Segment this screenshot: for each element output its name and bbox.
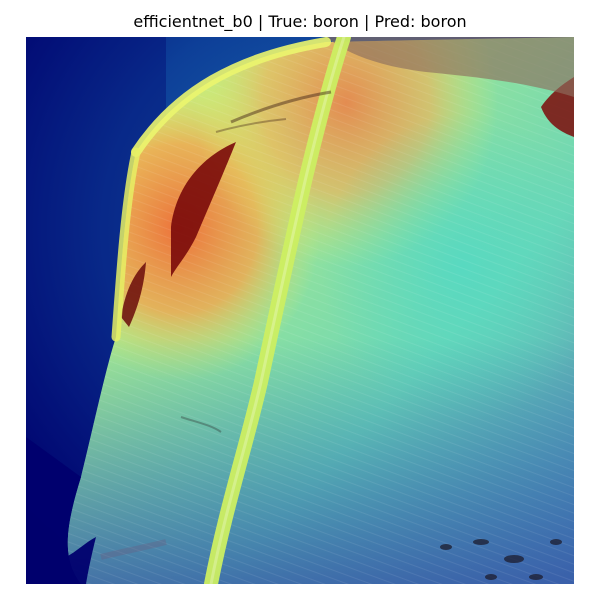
figure-title: efficientnet_b0 | True: boron | Pred: bo… — [133, 12, 467, 31]
gradcam-figure: efficientnet_b0 | True: boron | Pred: bo… — [0, 0, 600, 600]
gradcam-image — [26, 37, 574, 584]
leaf-heatmap-image — [26, 37, 574, 584]
